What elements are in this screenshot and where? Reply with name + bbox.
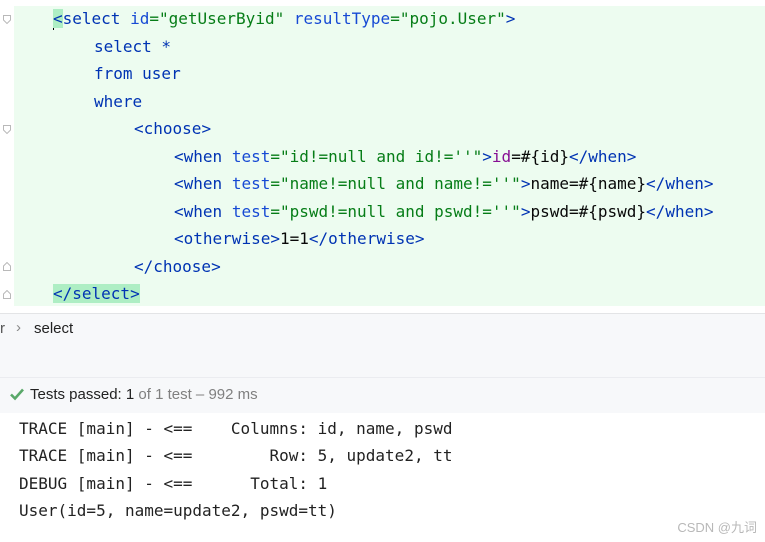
bracket: > bbox=[703, 174, 714, 193]
element-body: name=#{name} bbox=[530, 174, 647, 193]
tag-name: choose bbox=[153, 257, 212, 276]
tag-name: otherwise bbox=[328, 229, 415, 248]
bracket: < bbox=[174, 147, 184, 166]
test-status-text: Tests passed: 1 of 1 test – 992 ms bbox=[30, 386, 258, 403]
bracket: </ bbox=[646, 174, 666, 193]
code-line-when-name: <when test="name!=null and name!=''">nam… bbox=[174, 170, 713, 197]
bracket: </ bbox=[53, 284, 73, 303]
breadcrumb-item-select[interactable]: select bbox=[34, 320, 73, 337]
bracket: > bbox=[505, 9, 516, 28]
bracket: > bbox=[520, 174, 531, 193]
bracket: > bbox=[130, 284, 140, 303]
code-editor[interactable]: <select id="getUserByid" resultType="poj… bbox=[0, 0, 765, 313]
bracket: < bbox=[134, 119, 144, 138]
check-icon bbox=[9, 386, 25, 406]
code-line-select: select * bbox=[94, 37, 172, 56]
bracket: > bbox=[626, 147, 637, 166]
fold-marker-icon[interactable] bbox=[3, 15, 11, 24]
bracket: > bbox=[201, 119, 212, 138]
attr-name: resultType bbox=[293, 9, 391, 28]
attr-value: "getUserByid" bbox=[158, 9, 285, 28]
bracket: </ bbox=[568, 147, 589, 166]
tag-name: when bbox=[183, 202, 223, 221]
attr-eq: = bbox=[149, 9, 159, 28]
attr-eq: = bbox=[270, 174, 280, 193]
bracket: > bbox=[211, 257, 221, 276]
fold-end-marker-icon[interactable] bbox=[3, 290, 11, 299]
test-status-bar: Tests passed: 1 of 1 test – 992 ms bbox=[0, 377, 765, 414]
console-line: DEBUG [main] - <== Total: 1 bbox=[19, 474, 328, 493]
sql-from: from user bbox=[94, 64, 181, 83]
bracket: > bbox=[482, 147, 492, 166]
attr-value: "name!=null and name!=''" bbox=[279, 174, 521, 193]
bracket: </ bbox=[134, 257, 154, 276]
code-line-select-open: <select id="getUserByid" resultType="poj… bbox=[53, 5, 515, 32]
code-line-otherwise: <otherwise>1=1</otherwise> bbox=[174, 225, 425, 252]
column-ref: id bbox=[491, 147, 512, 166]
attr-value: "id!=null and id!=''" bbox=[279, 147, 483, 166]
status-label: Tests passed: bbox=[30, 386, 126, 403]
attr-eq: = bbox=[270, 147, 280, 166]
tag-name: when bbox=[665, 202, 704, 221]
code-line-when-pswd: <when test="pswd!=null and pswd!=''">psw… bbox=[174, 198, 713, 225]
bracket: < bbox=[174, 174, 184, 193]
editor-gutter bbox=[0, 0, 14, 313]
bracket: > bbox=[703, 202, 714, 221]
tag-name: select bbox=[62, 9, 121, 28]
tag-name: otherwise bbox=[183, 229, 271, 248]
attr-name: test bbox=[231, 147, 271, 166]
breadcrumb: r › select bbox=[0, 313, 765, 346]
tag-name: choose bbox=[143, 119, 202, 138]
panel-toolbar-area bbox=[0, 345, 765, 377]
tag-name: when bbox=[588, 147, 627, 166]
code-line-choose-close: </choose> bbox=[134, 253, 221, 280]
breadcrumb-separator: › bbox=[16, 319, 21, 336]
code-line-from: from user bbox=[94, 60, 181, 87]
attr-eq: = bbox=[390, 9, 400, 28]
bracket: < bbox=[53, 9, 63, 28]
param-ref: =#{id} bbox=[511, 147, 569, 166]
element-body: 1=1 bbox=[279, 229, 309, 248]
code-line-select-close: </select> bbox=[53, 280, 140, 307]
tag-name: select bbox=[72, 284, 131, 303]
bracket: </ bbox=[308, 229, 329, 248]
breadcrumb-item[interactable]: r bbox=[0, 320, 5, 337]
tag-name: when bbox=[665, 174, 704, 193]
console-output[interactable]: TRACE [main] - <== Columns: id, name, ps… bbox=[0, 413, 765, 542]
fold-marker-icon[interactable] bbox=[3, 125, 11, 134]
tag-name: when bbox=[183, 174, 223, 193]
bracket: < bbox=[174, 202, 184, 221]
test-summary: of 1 test – 992 ms bbox=[134, 386, 258, 403]
console-line: TRACE [main] - <== Columns: id, name, ps… bbox=[19, 419, 453, 438]
code-line-when-id: <when test="id!=null and id!=''">id=#{id… bbox=[174, 143, 636, 170]
bracket: > bbox=[270, 229, 280, 248]
bracket: < bbox=[174, 229, 184, 248]
tag-name: when bbox=[183, 147, 223, 166]
bracket: </ bbox=[646, 202, 666, 221]
attr-name: test bbox=[231, 202, 271, 221]
attr-value: "pswd!=null and pswd!=''" bbox=[279, 202, 521, 221]
attr-name: id bbox=[130, 9, 150, 28]
console-line: TRACE [main] - <== Row: 5, update2, tt bbox=[19, 446, 453, 465]
attr-name: test bbox=[231, 174, 271, 193]
fold-end-marker-icon[interactable] bbox=[3, 262, 11, 271]
watermark: CSDN @九词 bbox=[677, 520, 757, 535]
element-body: pswd=#{pswd} bbox=[530, 202, 647, 221]
attr-value: "pojo.User" bbox=[399, 9, 506, 28]
code-line-choose-open: <choose> bbox=[134, 115, 211, 142]
console-line: User(id=5, name=update2, pswd=tt) bbox=[19, 501, 337, 520]
code-line-where: where bbox=[94, 92, 143, 111]
bracket: > bbox=[520, 202, 531, 221]
passed-count: 1 bbox=[125, 386, 135, 403]
attr-eq: = bbox=[270, 202, 280, 221]
bracket: > bbox=[414, 229, 425, 248]
